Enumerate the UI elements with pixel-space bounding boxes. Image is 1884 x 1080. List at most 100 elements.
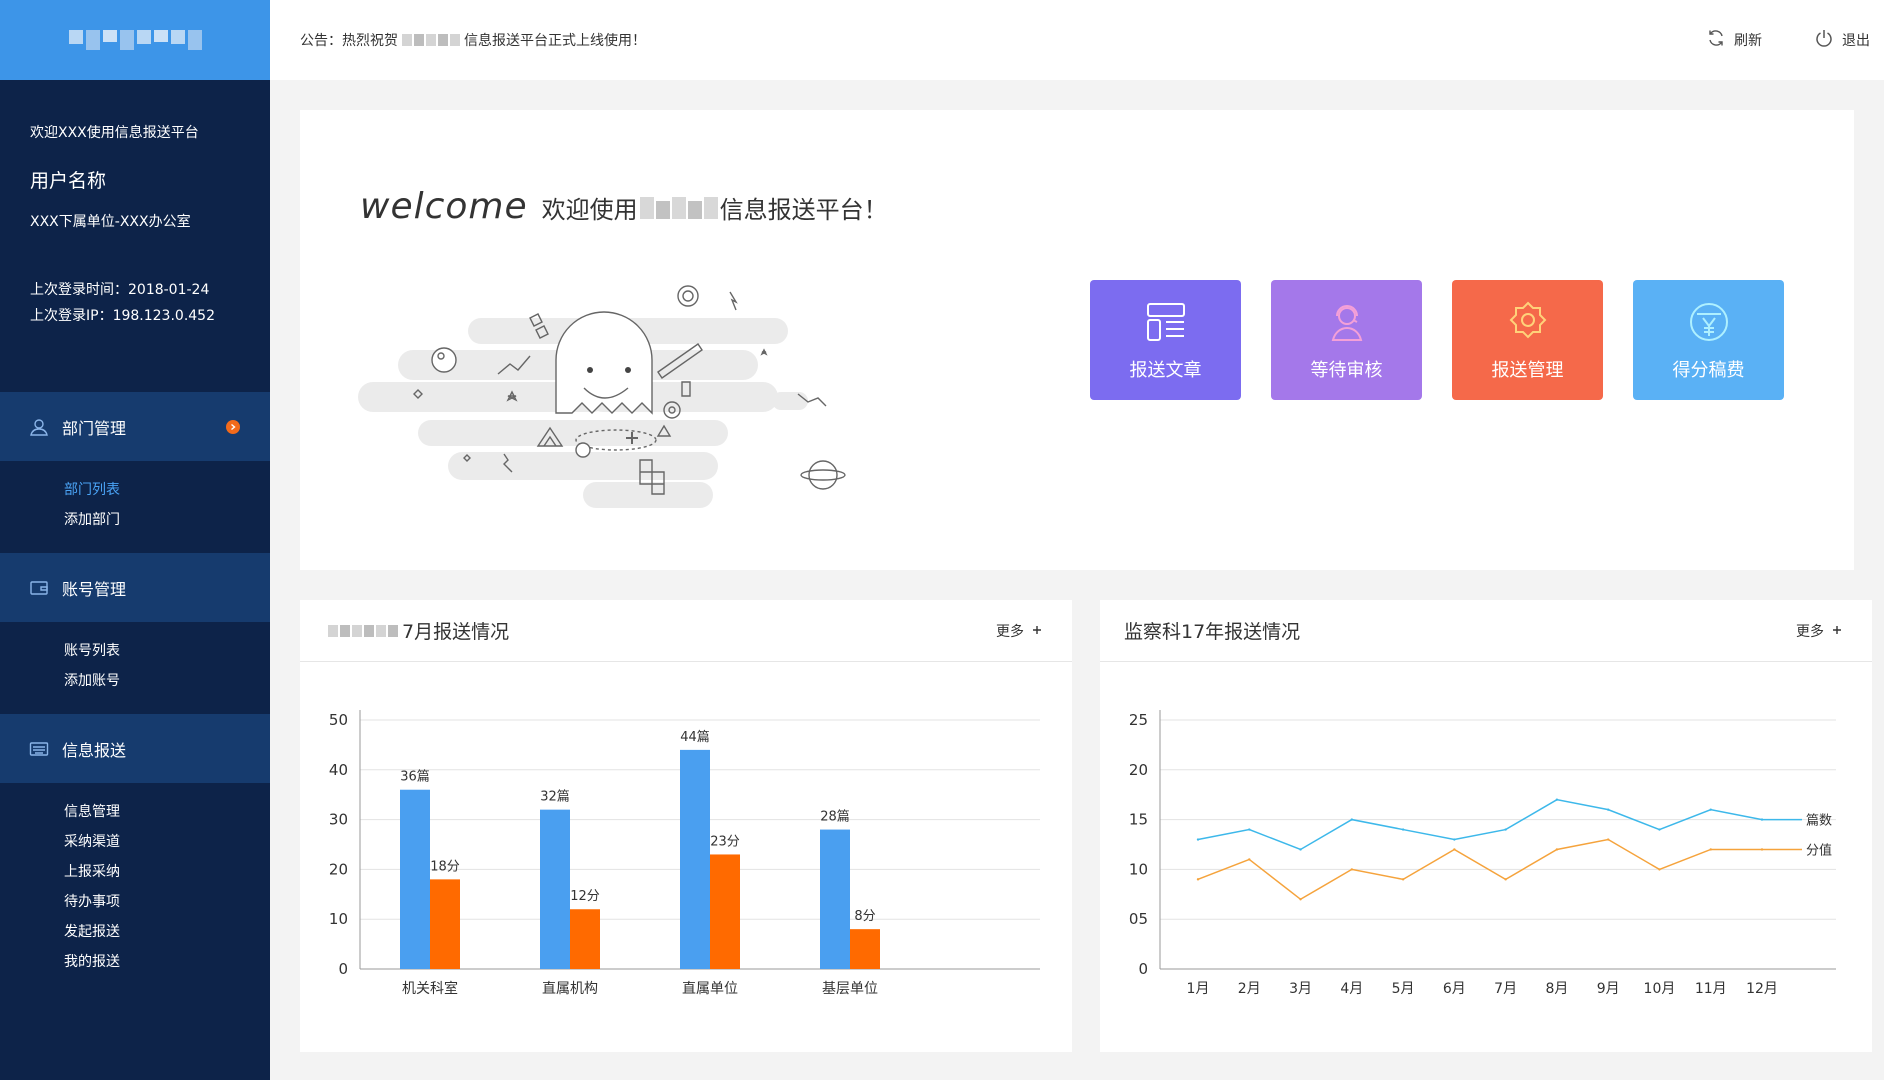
logo-redacted bbox=[68, 30, 202, 50]
user-name: 用户名称 bbox=[30, 170, 107, 192]
logo[interactable] bbox=[0, 0, 270, 80]
tile-report-article[interactable]: 报送文章 bbox=[1090, 280, 1241, 400]
bar bbox=[540, 809, 570, 969]
card-title: 监察科17年报送情况 bbox=[1124, 621, 1301, 643]
x-tick-label: 1月 bbox=[1187, 981, 1210, 997]
data-label: 28篇 bbox=[820, 810, 850, 825]
announcement: 公告：热烈祝贺 信息报送平台正式上线使用！ bbox=[270, 30, 646, 50]
y-tick-label: 30 bbox=[329, 811, 348, 829]
tile-report-manage[interactable]: 报送管理 bbox=[1452, 280, 1603, 400]
data-point bbox=[1401, 878, 1405, 881]
data-point bbox=[1453, 848, 1456, 851]
x-tick-label: 8月 bbox=[1545, 981, 1568, 997]
line-chart: 0 05 10 15 20 25 1月 2月 3月 4月 5月 6月 7月 8月 9月 10月 11月 12月 篇数… bbox=[1129, 710, 1836, 997]
x-tick-label: 基层单位 bbox=[822, 980, 878, 997]
y-tick-label: 50 bbox=[329, 711, 348, 729]
menu-group-department[interactable]: 部门管理 bbox=[0, 392, 270, 461]
submenu-item-account-list[interactable]: 账号列表 bbox=[64, 636, 270, 666]
data-point bbox=[1709, 808, 1712, 811]
x-tick-label: 5月 bbox=[1392, 981, 1415, 997]
refresh-button[interactable]: 刷新 bbox=[1706, 28, 1762, 52]
refresh-icon bbox=[1706, 28, 1726, 52]
data-point bbox=[1606, 838, 1610, 841]
y-tick-label: 15 bbox=[1129, 811, 1148, 829]
y-tick-label: 20 bbox=[329, 860, 348, 878]
submenu-item-info-manage[interactable]: 信息管理 bbox=[64, 797, 270, 827]
x-tick-label: 9月 bbox=[1597, 981, 1620, 997]
welcome-title: welcome 欢迎使用 信息报送平台！ bbox=[360, 186, 888, 227]
data-point bbox=[1606, 808, 1610, 811]
wallet-icon bbox=[28, 577, 50, 599]
submenu-account: 账号列表 添加账号 bbox=[0, 622, 270, 714]
x-tick-label: 3月 bbox=[1289, 981, 1312, 997]
welcome-card: welcome 欢迎使用 信息报送平台！ 报送文章 等待审核 报送管理 得分稿费 bbox=[300, 110, 1854, 570]
series-label: 分值 bbox=[1806, 842, 1832, 858]
submenu-department: 部门列表 添加部门 bbox=[0, 461, 270, 553]
submenu-item-add-department[interactable]: 添加部门 bbox=[64, 505, 270, 535]
user-icon bbox=[28, 416, 50, 438]
tile-score-fee[interactable]: 得分稿费 bbox=[1633, 280, 1784, 400]
y-tick-label: 40 bbox=[329, 761, 348, 779]
series-line bbox=[1197, 798, 1763, 851]
menu-group-account[interactable]: 账号管理 bbox=[0, 553, 270, 622]
logout-button[interactable]: 退出 bbox=[1814, 28, 1870, 52]
submenu-item-report-adoption[interactable]: 上报采纳 bbox=[64, 857, 270, 887]
redacted-text bbox=[328, 624, 398, 637]
announcement-prefix: 公告：热烈祝贺 bbox=[300, 33, 398, 49]
data-point bbox=[1299, 898, 1302, 901]
data-point bbox=[1196, 878, 1200, 881]
data-point bbox=[1350, 818, 1354, 821]
welcome-cn-prefix: 欢迎使用 bbox=[541, 196, 638, 224]
data-point bbox=[1555, 848, 1559, 851]
welcome-en: welcome bbox=[360, 186, 528, 227]
more-link[interactable]: 更多 bbox=[1796, 621, 1842, 641]
chevron-right-icon bbox=[226, 419, 240, 434]
data-label: 18分 bbox=[430, 859, 460, 874]
x-tick-label: 11月 bbox=[1695, 981, 1727, 997]
data-label: 23分 bbox=[710, 834, 740, 849]
more-label: 更多 bbox=[1796, 623, 1824, 640]
submenu-item-add-account[interactable]: 添加账号 bbox=[64, 666, 270, 696]
data-point bbox=[1504, 878, 1507, 881]
refresh-label: 刷新 bbox=[1734, 33, 1762, 49]
bar bbox=[850, 929, 880, 969]
data-point bbox=[1658, 828, 1661, 831]
menu-group-info-report[interactable]: 信息报送 bbox=[0, 714, 270, 783]
y-tick-label: 05 bbox=[1129, 910, 1148, 928]
top-bar: 公告：热烈祝贺 信息报送平台正式上线使用！ 刷新 退出 bbox=[270, 0, 1884, 80]
data-point bbox=[1299, 848, 1302, 851]
keyboard-icon bbox=[28, 738, 50, 760]
tile-pending-review[interactable]: 等待审核 bbox=[1271, 280, 1422, 400]
data-label: 32篇 bbox=[540, 790, 570, 805]
x-tick-label: 6月 bbox=[1443, 981, 1466, 997]
sidebar-menu: 部门管理 部门列表 添加部门 账号管理 账号列表 添加账号 信息报送 信息管理 … bbox=[0, 392, 270, 995]
x-tick-label: 2月 bbox=[1238, 981, 1261, 997]
data-label: 8分 bbox=[854, 909, 875, 924]
submenu-item-department-list[interactable]: 部门列表 bbox=[64, 475, 270, 505]
logout-label: 退出 bbox=[1842, 33, 1870, 49]
submenu-item-todo[interactable]: 待办事项 bbox=[64, 887, 270, 917]
data-point bbox=[1504, 828, 1507, 831]
top-actions: 刷新 退出 bbox=[1706, 0, 1870, 80]
more-link[interactable]: 更多 bbox=[996, 621, 1042, 641]
x-tick-label: 12月 bbox=[1746, 981, 1778, 997]
x-tick-label: 直属单位 bbox=[682, 980, 738, 997]
welcome-cn: 欢迎使用 信息报送平台！ bbox=[542, 190, 888, 225]
submenu-item-adoption-channel[interactable]: 采纳渠道 bbox=[64, 827, 270, 857]
ghost-illustration bbox=[358, 285, 846, 508]
data-point bbox=[1350, 868, 1354, 871]
y-tick-label: 0 bbox=[1138, 960, 1148, 978]
tile-label: 报送文章 bbox=[1129, 360, 1202, 381]
submenu-info-report: 信息管理 采纳渠道 上报采纳 待办事项 发起报送 我的报送 bbox=[0, 783, 270, 995]
submenu-item-start-report[interactable]: 发起报送 bbox=[64, 917, 270, 947]
last-login-ip: 上次登录IP：198.123.0.452 bbox=[30, 308, 215, 324]
submenu-item-my-reports[interactable]: 我的报送 bbox=[64, 947, 270, 977]
power-icon bbox=[1814, 28, 1834, 52]
plus-icon bbox=[1032, 623, 1042, 639]
bar bbox=[430, 879, 460, 969]
y-tick-label: 0 bbox=[338, 960, 348, 978]
bar bbox=[710, 854, 740, 969]
data-label: 36篇 bbox=[400, 770, 430, 785]
y-tick-label: 25 bbox=[1129, 711, 1148, 729]
y-tick-label: 20 bbox=[1129, 761, 1148, 779]
